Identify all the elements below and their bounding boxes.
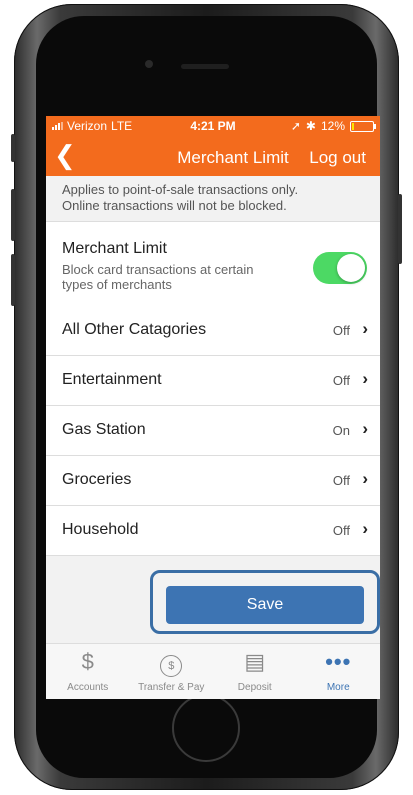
- merchant-limit-title: Merchant Limit: [62, 240, 167, 257]
- category-name: All Other Catagories: [62, 321, 207, 338]
- check-deposit-icon: ▤: [244, 649, 266, 674]
- merchant-limit-row: Merchant Limit Block card transactions a…: [46, 222, 380, 307]
- tab-label: Accounts: [67, 682, 109, 693]
- dollar-icon: $: [81, 649, 94, 674]
- category-name: Entertainment: [62, 371, 162, 388]
- earpiece-speaker: [181, 64, 229, 69]
- save-button[interactable]: Save: [166, 586, 364, 624]
- tab-deposit[interactable]: ▤ Deposit: [213, 644, 297, 699]
- tab-more[interactable]: ••• More: [297, 644, 381, 699]
- volume-up-button: [11, 189, 15, 241]
- subtitle-line-2: types of merchants: [62, 277, 172, 292]
- location-icon: ➚: [290, 119, 301, 133]
- chevron-right-icon: ›: [362, 369, 368, 388]
- toggle-knob: [337, 254, 365, 282]
- category-row-all-other[interactable]: All Other Catagories Off ›: [46, 306, 380, 356]
- status-bar: Verizon LTE 4:21 PM ➚ ✱ 12%: [46, 116, 380, 136]
- category-row-household[interactable]: Household Off ›: [46, 506, 380, 556]
- category-status: Off: [332, 323, 350, 338]
- info-line-1: Applies to point-of-sale transactions on…: [62, 182, 299, 197]
- volume-down-button: [11, 254, 15, 306]
- tab-transfer-pay[interactable]: $ Transfer & Pay: [130, 644, 214, 699]
- save-area: Save: [46, 556, 380, 646]
- tab-bar: $ Accounts $ Transfer & Pay ▤ Deposit ••…: [46, 643, 380, 699]
- power-button: [398, 194, 402, 264]
- category-status: On: [332, 423, 350, 438]
- category-row-entertainment[interactable]: Entertainment Off ›: [46, 356, 380, 406]
- tab-accounts[interactable]: $ Accounts: [46, 644, 130, 699]
- logout-button[interactable]: Log out: [309, 148, 366, 168]
- merchant-limit-toggle[interactable]: [313, 252, 367, 284]
- battery-icon: [350, 120, 376, 132]
- home-button[interactable]: [172, 694, 240, 762]
- category-row-groceries[interactable]: Groceries Off ›: [46, 456, 380, 506]
- battery-percent: 12%: [320, 119, 345, 133]
- category-status: Off: [332, 373, 350, 388]
- app-screen: Verizon LTE 4:21 PM ➚ ✱ 12% ❮ Merchant L…: [46, 116, 380, 699]
- category-status: Off: [332, 473, 350, 488]
- tab-label: Transfer & Pay: [138, 682, 205, 693]
- category-name: Household: [62, 521, 139, 538]
- transfer-icon: $: [130, 650, 214, 677]
- tab-label: Deposit: [237, 682, 272, 693]
- more-dots-icon: •••: [325, 649, 352, 674]
- chevron-right-icon: ›: [362, 419, 368, 438]
- tab-label: More: [326, 682, 350, 693]
- front-camera: [145, 60, 153, 68]
- chevron-right-icon: ›: [362, 319, 368, 338]
- mute-switch: [11, 134, 15, 162]
- nav-bar: ❮ Merchant Limit Log out: [46, 136, 380, 176]
- category-name: Gas Station: [62, 421, 146, 438]
- merchant-limit-subtitle: Block card transactions at certain types…: [62, 262, 302, 292]
- category-row-gas-station[interactable]: Gas Station On ›: [46, 406, 380, 456]
- category-name: Groceries: [62, 471, 132, 488]
- chevron-right-icon: ›: [362, 519, 368, 538]
- chevron-right-icon: ›: [362, 469, 368, 488]
- bluetooth-icon: ✱: [305, 119, 316, 133]
- info-text: Applies to point-of-sale transactions on…: [46, 176, 380, 222]
- category-status: Off: [332, 523, 350, 538]
- subtitle-line-1: Block card transactions at certain: [62, 262, 254, 277]
- info-line-2: Online transactions will not be blocked.: [62, 198, 287, 213]
